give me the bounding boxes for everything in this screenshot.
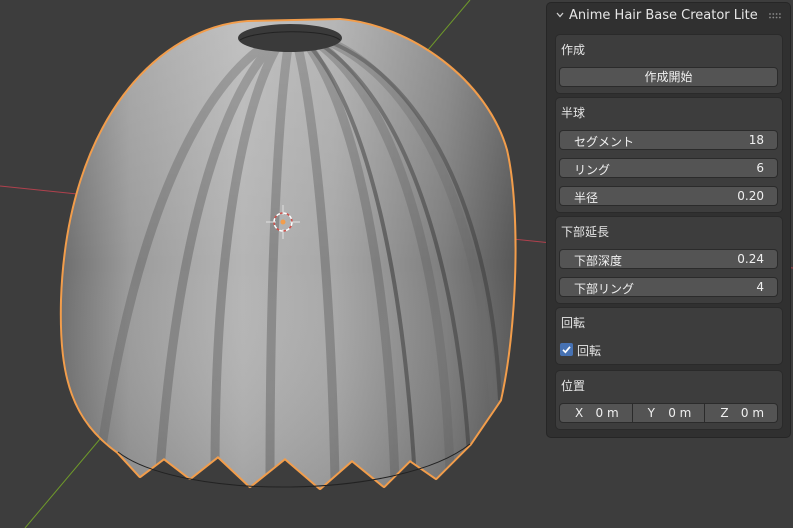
panel-header[interactable]: Anime Hair Base Creator Lite <box>547 3 790 29</box>
segments-value: 18 <box>748 133 764 147</box>
position-y-label: Y <box>647 406 656 420</box>
segments-label: セグメント <box>574 135 635 149</box>
start-create-button[interactable]: 作成開始 <box>560 68 777 86</box>
lower-rings-label: 下部リング <box>574 282 635 296</box>
panel-title: Anime Hair Base Creator Lite <box>569 8 758 23</box>
position-z-value: 0 m <box>740 406 765 420</box>
lower-rings-field[interactable]: 下部リング 4 <box>560 278 777 296</box>
segments-field[interactable]: セグメント 18 <box>560 131 777 149</box>
radius-label: 半径 <box>574 191 599 205</box>
checkmark-icon <box>562 346 571 354</box>
create-section-title: 作成 <box>561 43 586 57</box>
mesh-top-opening <box>238 24 342 52</box>
lower-extension-section-title: 下部延長 <box>561 225 610 239</box>
rotation-checkbox[interactable]: 回転 <box>560 342 660 358</box>
position-x-value: 0 m <box>595 406 619 420</box>
position-x-field[interactable]: X 0 m <box>560 404 632 422</box>
position-x-label: X <box>575 406 584 420</box>
position-section-title: 位置 <box>561 379 586 393</box>
radius-field[interactable]: 半径 0.20 <box>560 187 777 205</box>
rings-field[interactable]: リング 6 <box>560 159 777 177</box>
radius-value: 0.20 <box>737 189 764 203</box>
create-section: 作成 作成開始 <box>556 35 782 93</box>
position-z-field[interactable]: Z 0 m <box>705 404 778 422</box>
chevron-down-icon[interactable] <box>556 11 564 19</box>
checkbox-checked[interactable] <box>560 343 573 356</box>
lower-depth-label: 下部深度 <box>574 254 623 268</box>
rotation-section: 回転 回転 <box>556 308 782 364</box>
hemisphere-section: 半球 セグメント 18 リング 6 半径 0.20 <box>556 98 782 212</box>
position-z-label: Z <box>720 406 729 420</box>
mesh-strands <box>61 20 515 488</box>
lower-extension-section: 下部延長 下部深度 0.24 下部リング 4 <box>556 217 782 303</box>
position-y-value: 0 m <box>668 406 692 420</box>
rings-label: リング <box>574 163 611 177</box>
grip-dots-icon[interactable] <box>769 13 781 19</box>
rotation-section-title: 回転 <box>561 316 586 330</box>
rings-value: 6 <box>756 161 764 175</box>
lower-rings-value: 4 <box>756 280 764 294</box>
lower-depth-value: 0.24 <box>737 252 764 266</box>
addon-panel: Anime Hair Base Creator Lite 作成 作成開始 半球 … <box>547 3 790 437</box>
rotation-checkbox-label: 回転 <box>577 344 602 358</box>
position-vector: X 0 m Y 0 m Z 0 m <box>560 404 778 422</box>
position-section: 位置 X 0 m Y 0 m Z 0 m <box>556 371 782 429</box>
hemisphere-section-title: 半球 <box>561 106 586 120</box>
lower-depth-field[interactable]: 下部深度 0.24 <box>560 250 777 268</box>
position-y-field[interactable]: Y 0 m <box>632 404 705 422</box>
